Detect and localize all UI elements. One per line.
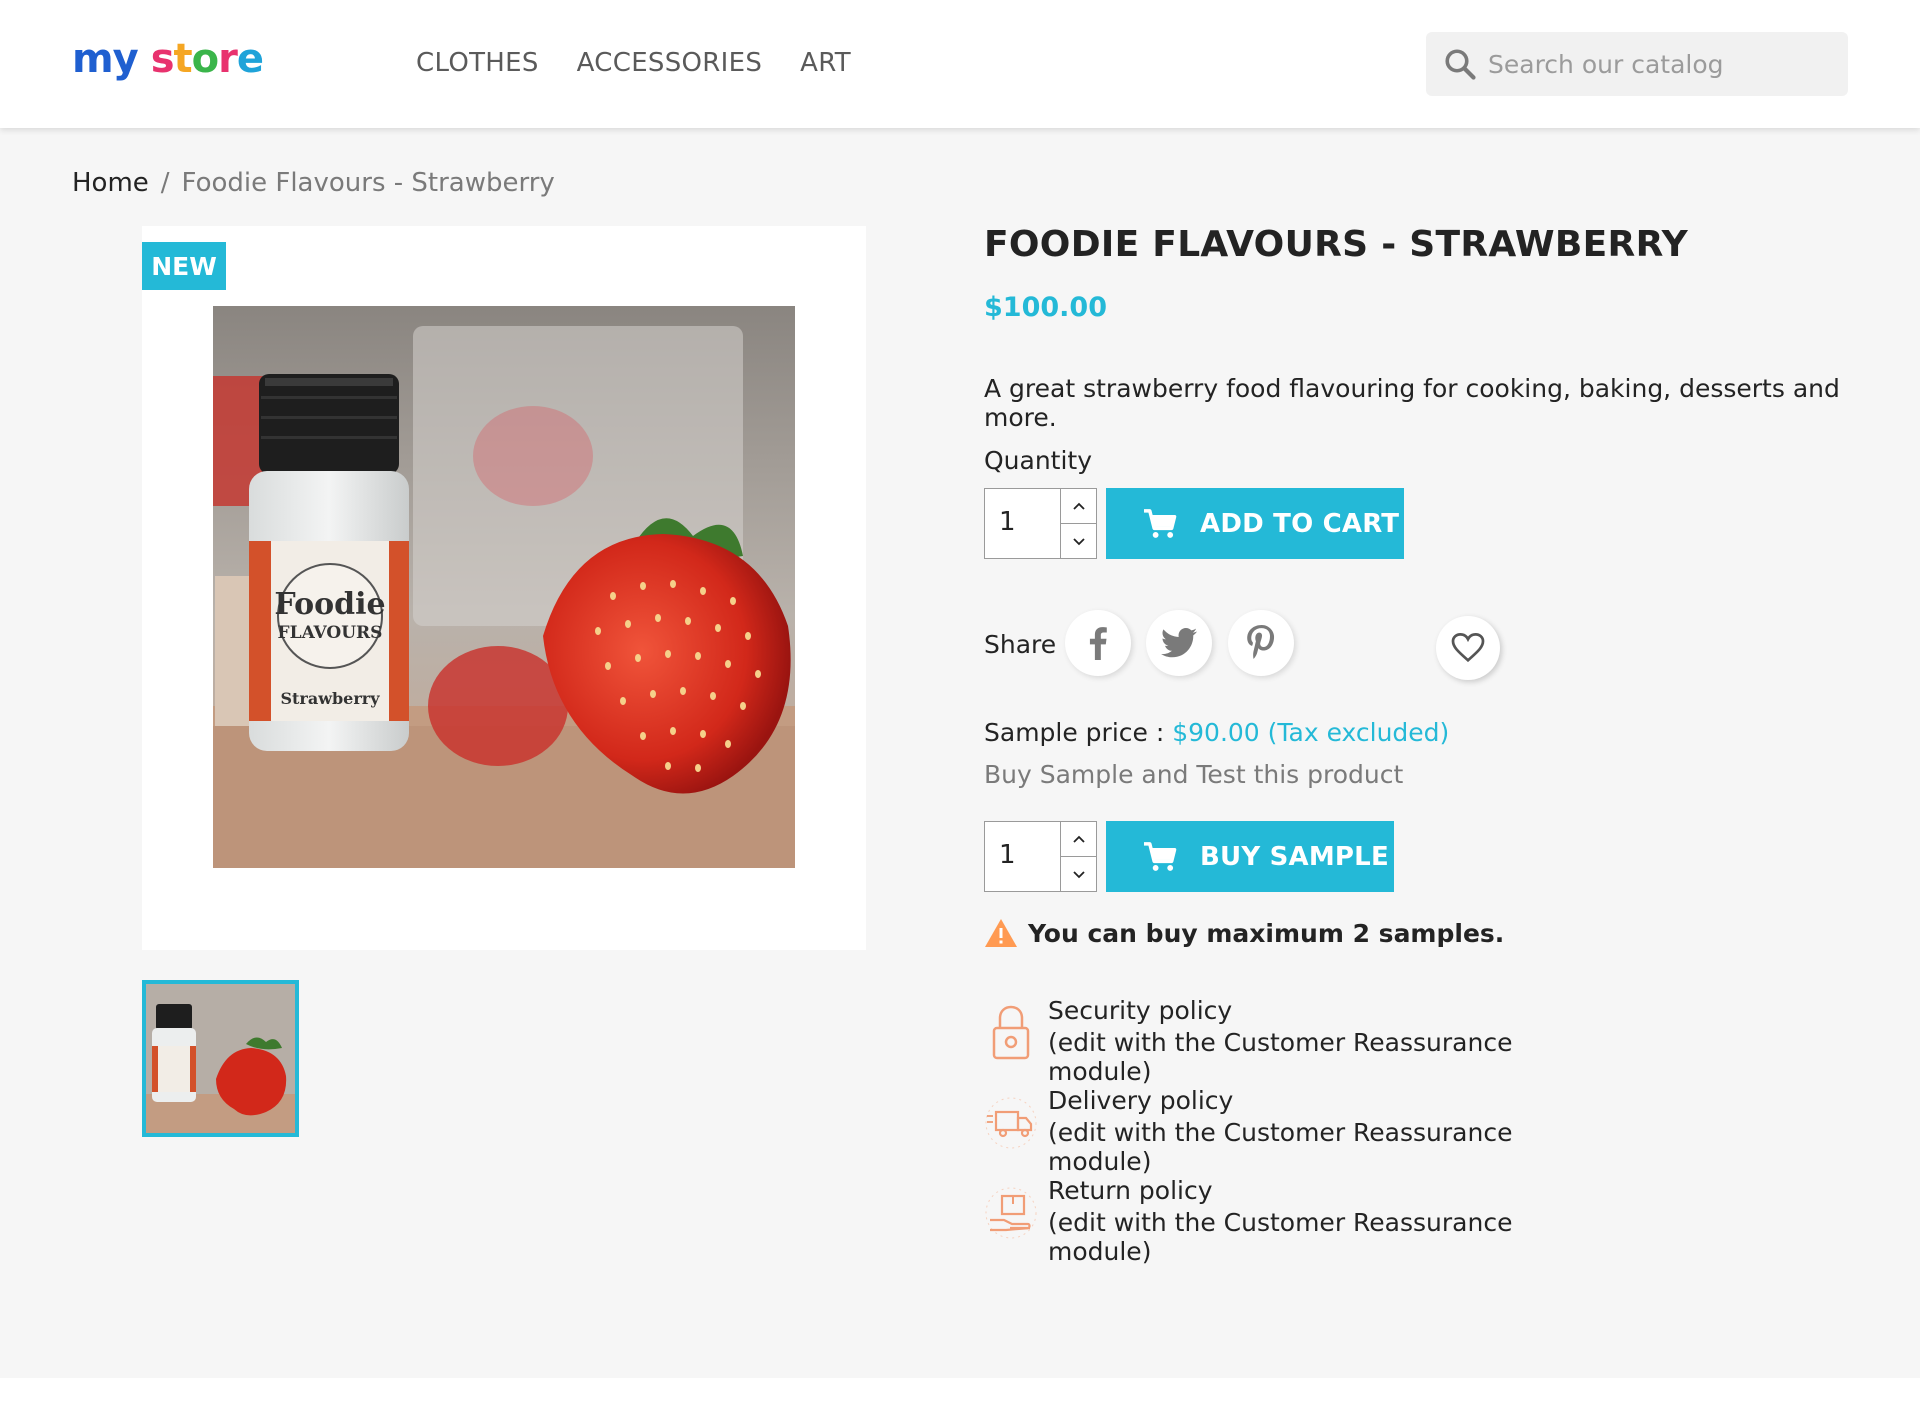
heart-icon: [1451, 633, 1485, 663]
share-label: Share: [984, 630, 1057, 659]
cart-icon: [1144, 841, 1177, 871]
reassurance-return: Return policy (edit with the Customer Re…: [984, 1176, 1604, 1266]
breadcrumb-home[interactable]: Home: [72, 168, 149, 198]
search-box: [1426, 32, 1848, 96]
chevron-up-icon: [1073, 835, 1085, 843]
cart-icon: [1144, 508, 1177, 538]
wishlist-button[interactable]: [1436, 616, 1500, 680]
sample-quantity-stepper[interactable]: 1: [984, 821, 1097, 892]
truck-icon: [985, 1097, 1037, 1149]
return-box-icon: [985, 1187, 1037, 1239]
buy-sample-button[interactable]: BUY SAMPLE: [1106, 821, 1394, 892]
quantity-stepper[interactable]: 1: [984, 488, 1097, 559]
share-facebook-button[interactable]: [1065, 610, 1131, 676]
nav-clothes[interactable]: CLOTHES: [416, 48, 539, 78]
main-content: Home / Foodie Flavours - Strawberry NEW: [0, 128, 1920, 1378]
chevron-down-icon: [1073, 537, 1085, 545]
sample-price-line: Sample price : $90.00 (Tax excluded): [984, 718, 1449, 747]
share-pinterest-button[interactable]: [1228, 610, 1294, 676]
chevron-up-icon: [1073, 502, 1085, 510]
product-price: $100.00: [984, 292, 1107, 323]
breadcrumb-current: Foodie Flavours - Strawberry: [181, 168, 555, 198]
bottle-brand-sub: FLAVOURS: [278, 623, 383, 643]
reassurance-return-note: (edit with the Customer Reassurance modu…: [1048, 1208, 1513, 1266]
reassurance-delivery-title: Delivery policy: [1048, 1086, 1234, 1115]
bottle-label-text: Strawberry: [280, 689, 380, 708]
sample-price-value: $90.00 (Tax excluded): [1172, 718, 1450, 747]
product-title: FOODIE FLAVOURS - STRAWBERRY: [984, 224, 1689, 265]
new-badge: NEW: [142, 242, 226, 290]
search-input[interactable]: [1488, 44, 1828, 84]
quantity-label: Quantity: [984, 446, 1093, 475]
chevron-down-icon: [1073, 870, 1085, 878]
site-header: my store CLOTHES ACCESSORIES ART: [0, 0, 1920, 128]
breadcrumb-separator: /: [160, 168, 170, 198]
store-logo[interactable]: my store: [72, 36, 264, 82]
buy-sample-label: BUY SAMPLE: [1200, 841, 1389, 872]
pinterest-icon: [1247, 625, 1275, 659]
twitter-icon: [1161, 628, 1197, 658]
reassurance-delivery-note: (edit with the Customer Reassurance modu…: [1048, 1118, 1513, 1176]
sample-quantity-decrement-button[interactable]: [1060, 857, 1097, 892]
product-thumbnail[interactable]: [142, 980, 299, 1137]
page-footer-strip: [0, 1378, 1920, 1408]
warning-icon: [985, 919, 1017, 947]
product-description: A great strawberry food flavouring for c…: [984, 374, 1840, 432]
add-to-cart-button[interactable]: ADD TO CART: [1106, 488, 1404, 559]
sample-subtitle: Buy Sample and Test this product: [984, 760, 1404, 789]
reassurance-security-note: (edit with the Customer Reassurance modu…: [1048, 1028, 1513, 1086]
quantity-increment-button[interactable]: [1060, 489, 1097, 524]
nav-art[interactable]: ART: [800, 48, 851, 78]
search-icon[interactable]: [1442, 46, 1478, 82]
sample-quantity-increment-button[interactable]: [1060, 822, 1097, 857]
sample-quantity-input[interactable]: 1: [999, 840, 1016, 870]
facebook-icon: [1089, 627, 1107, 660]
add-to-cart-label: ADD TO CART: [1200, 508, 1400, 539]
bottle-brand-text: Foodie: [274, 587, 385, 622]
sample-price-label: Sample price :: [984, 718, 1173, 747]
breadcrumb: Home / Foodie Flavours - Strawberry: [72, 168, 555, 198]
share-twitter-button[interactable]: [1146, 610, 1212, 676]
product-image[interactable]: Foodie FLAVOURS Strawberry: [213, 306, 795, 868]
lock-icon: [992, 1005, 1030, 1060]
reassurance-delivery: Delivery policy (edit with the Customer …: [984, 1086, 1604, 1176]
sample-limit-warning: You can buy maximum 2 samples.: [984, 918, 1504, 948]
main-nav: CLOTHES ACCESSORIES ART: [416, 48, 851, 78]
reassurance-return-title: Return policy: [1048, 1176, 1213, 1205]
quantity-input[interactable]: 1: [999, 507, 1016, 537]
sample-limit-text: You can buy maximum 2 samples.: [1028, 918, 1505, 948]
nav-accessories[interactable]: ACCESSORIES: [577, 48, 763, 78]
quantity-decrement-button[interactable]: [1060, 524, 1097, 559]
reassurance-security: Security policy (edit with the Customer …: [984, 996, 1604, 1086]
reassurance-security-title: Security policy: [1048, 996, 1233, 1025]
